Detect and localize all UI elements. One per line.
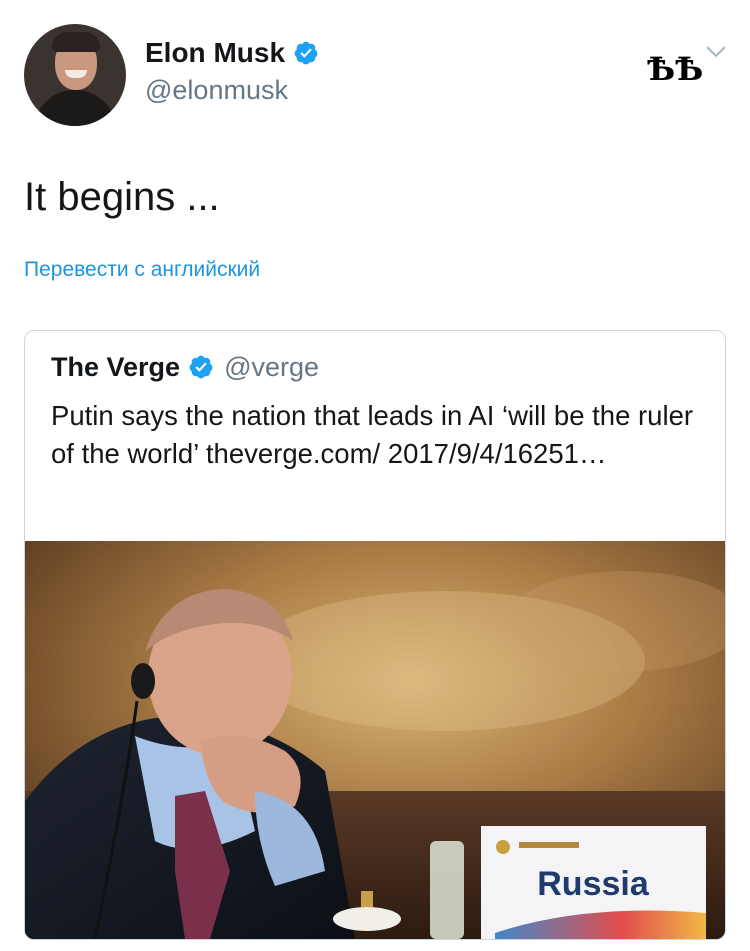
verified-badge-icon xyxy=(294,41,318,65)
quoted-tweet[interactable]: The Verge @verge Putin says the nation t… xyxy=(24,330,726,940)
quoted-handle[interactable]: @verge xyxy=(224,350,319,384)
author-name-row[interactable]: Elon Musk xyxy=(145,36,319,70)
quoted-tweet-text: Putin says the nation that leads in AI ‘… xyxy=(51,400,694,469)
quoted-tweet-header: The Verge @verge xyxy=(51,350,319,384)
translate-link[interactable]: Перевести с английский xyxy=(24,256,260,284)
avatar-body-shape xyxy=(34,90,116,126)
flair-text: ѢѢ xyxy=(647,50,704,88)
chevron-down-icon[interactable] xyxy=(705,45,727,59)
author-display-name[interactable]: Elon Musk xyxy=(145,36,285,70)
tweet-text: It begins ... xyxy=(24,175,220,219)
tweet-card: Elon Musk @elonmusk ѢѢ It begins ... Пер… xyxy=(0,0,750,951)
quoted-tweet-photo[interactable]: Russia xyxy=(25,541,725,939)
quoted-display-name[interactable]: The Verge xyxy=(51,350,180,384)
author-handle[interactable]: @elonmusk xyxy=(145,73,288,107)
author-avatar[interactable] xyxy=(24,24,126,126)
placard-text: Russia xyxy=(537,865,650,903)
news-photo: Russia xyxy=(25,541,725,939)
verified-badge-icon xyxy=(189,355,213,379)
avatar-hair-shape xyxy=(52,32,100,52)
